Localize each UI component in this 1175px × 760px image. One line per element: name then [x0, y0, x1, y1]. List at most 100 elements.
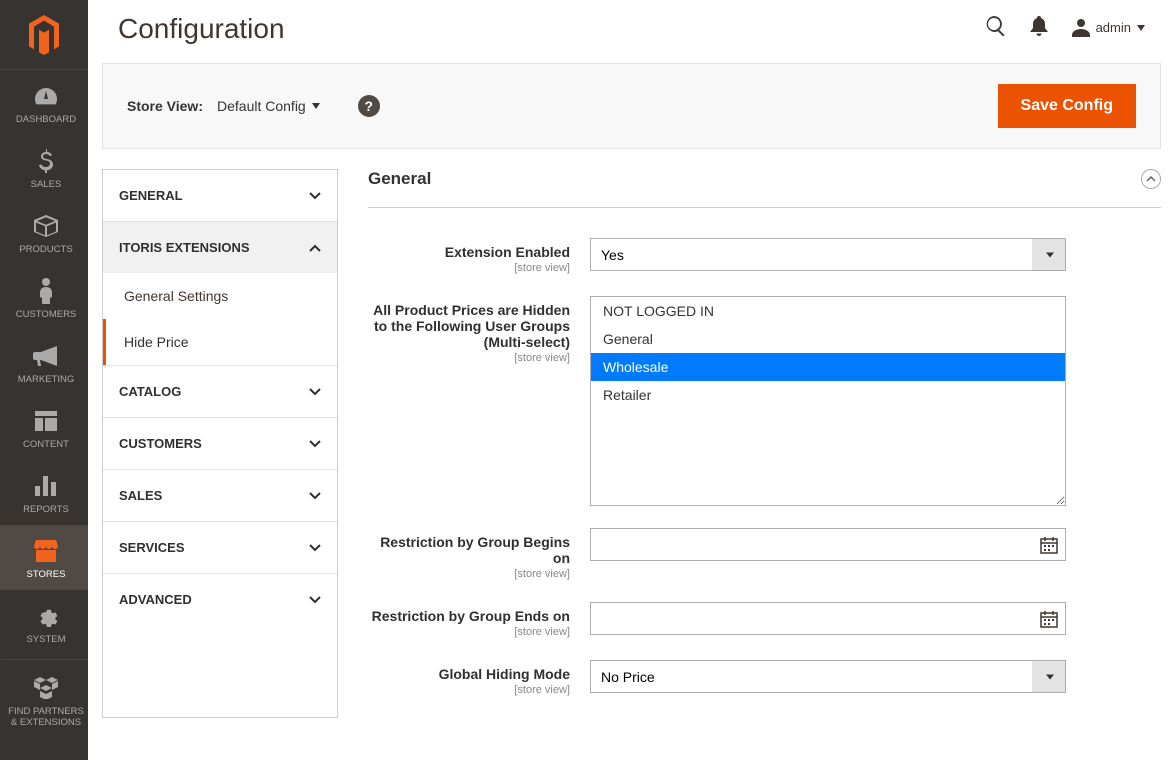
config-section-head-customers[interactable]: CUSTOMERS — [103, 418, 337, 469]
config-section-head-itoris[interactable]: ITORIS EXTENSIONS — [103, 222, 337, 273]
config-section-head-catalog[interactable]: CATALOG — [103, 366, 337, 417]
fieldset-title: General — [368, 169, 431, 189]
magento-logo-icon — [27, 15, 61, 55]
dashboard-icon — [8, 82, 84, 110]
nav-label: SALES — [31, 179, 62, 190]
hidden-groups-multiselect[interactable]: NOT LOGGED IN General Wholesale Retailer — [590, 296, 1066, 506]
help-button[interactable]: ? — [358, 95, 380, 117]
chevron-down-icon — [309, 190, 321, 202]
admin-sidebar: DASHBOARD SALES PRODUCTS CUSTOMERS MARKE — [0, 0, 88, 760]
calendar-button-ends[interactable] — [1040, 610, 1058, 628]
store-view-value: Default Config — [217, 98, 306, 114]
nav-label: REPORTS — [23, 504, 69, 515]
field-begins-on: Restriction by Group Begins on [store vi… — [368, 528, 1161, 580]
multiselect-option-general[interactable]: General — [591, 325, 1065, 353]
calendar-icon — [1040, 536, 1058, 554]
nav-stores[interactable]: STORES — [0, 525, 88, 590]
hiding-mode-select[interactable]: No Price — [590, 660, 1066, 693]
form-area: General Extension Enabled [store view] — [368, 169, 1161, 718]
fieldset-head[interactable]: General — [368, 169, 1161, 208]
collapse-button[interactable] — [1141, 169, 1161, 189]
store-view-switcher[interactable]: Default Config — [217, 98, 320, 114]
nav-system[interactable]: SYSTEM — [0, 590, 88, 655]
nav-label: DASHBOARD — [16, 114, 76, 125]
begins-on-input[interactable] — [590, 528, 1066, 561]
config-section-head-services[interactable]: SERVICES — [103, 522, 337, 573]
nav-marketing[interactable]: MARKETING — [0, 330, 88, 395]
config-section-head-advanced[interactable]: ADVANCED — [103, 574, 337, 625]
nav-sales[interactable]: SALES — [0, 135, 88, 200]
chevron-down-icon — [309, 490, 321, 502]
field-hidden-groups: All Product Prices are Hidden to the Fol… — [368, 296, 1161, 506]
calendar-button-begins[interactable] — [1040, 536, 1058, 554]
field-ends-on: Restriction by Group Ends on [store view… — [368, 602, 1161, 638]
config-nav: GENERAL ITORIS EXTENSIONS General Settin… — [102, 169, 338, 718]
ends-on-input[interactable] — [590, 602, 1066, 635]
nav-content[interactable]: CONTENT — [0, 395, 88, 460]
field-scope: [store view] — [368, 262, 570, 274]
field-hiding-mode: Global Hiding Mode [store view] No Price — [368, 660, 1161, 696]
nav-label: PRODUCTS — [19, 244, 72, 255]
config-subitem-hide-price[interactable]: Hide Price — [103, 319, 337, 365]
nav-label: FIND PARTNERS & EXTENSIONS — [8, 706, 84, 728]
config-section-label: GENERAL — [119, 188, 183, 203]
nav-label: SYSTEM — [26, 634, 65, 645]
chevron-down-icon — [1137, 25, 1145, 31]
nav-products[interactable]: PRODUCTS — [0, 200, 88, 265]
config-section-label: ADVANCED — [119, 592, 192, 607]
main-content: admin Configuration Store View: Default … — [88, 0, 1175, 760]
nav-dashboard[interactable]: DASHBOARD — [0, 70, 88, 135]
nav-label: STORES — [27, 569, 66, 580]
field-scope: [store view] — [368, 684, 570, 696]
store-icon — [8, 537, 84, 565]
multiselect-option-not-logged-in[interactable]: NOT LOGGED IN — [591, 297, 1065, 325]
extension-enabled-select[interactable]: Yes — [590, 238, 1066, 271]
field-extension-enabled: Extension Enabled [store view] Yes — [368, 238, 1161, 274]
nav-partners[interactable]: FIND PARTNERS & EXTENSIONS — [0, 659, 88, 738]
user-icon — [1072, 19, 1090, 37]
multiselect-option-wholesale[interactable]: Wholesale — [591, 353, 1065, 381]
box-icon — [8, 212, 84, 240]
config-section-label: SALES — [119, 488, 162, 503]
multiselect-option-retailer[interactable]: Retailer — [591, 381, 1065, 409]
search-icon — [986, 16, 1006, 36]
gear-icon — [8, 602, 84, 630]
field-label: Extension Enabled — [445, 244, 570, 260]
chevron-up-icon — [309, 242, 321, 254]
search-button[interactable] — [986, 16, 1006, 39]
config-section-label: ITORIS EXTENSIONS — [119, 240, 250, 255]
nav-customers[interactable]: CUSTOMERS — [0, 265, 88, 330]
config-subitem-general-settings[interactable]: General Settings — [103, 273, 337, 319]
admin-username: admin — [1096, 20, 1131, 35]
chevron-down-icon — [309, 438, 321, 450]
question-icon: ? — [364, 98, 373, 114]
config-section-services: SERVICES — [103, 522, 337, 574]
chevron-down-icon — [309, 594, 321, 606]
bell-icon — [1030, 16, 1048, 36]
field-label: All Product Prices are Hidden to the Fol… — [373, 302, 570, 350]
config-section-head-general[interactable]: GENERAL — [103, 170, 337, 221]
config-subitem-label: Hide Price — [124, 334, 189, 350]
magento-logo[interactable] — [0, 0, 88, 70]
config-section-itoris: ITORIS EXTENSIONS General Settings Hide … — [103, 222, 337, 366]
field-scope: [store view] — [368, 626, 570, 638]
config-section-label: SERVICES — [119, 540, 185, 555]
config-section-head-sales[interactable]: SALES — [103, 470, 337, 521]
config-section-customers: CUSTOMERS — [103, 418, 337, 470]
store-view-label: Store View: — [127, 98, 203, 114]
layout-icon — [8, 407, 84, 435]
admin-user-menu[interactable]: admin — [1072, 19, 1145, 37]
nav-reports[interactable]: REPORTS — [0, 460, 88, 525]
field-scope: [store view] — [368, 568, 570, 580]
config-section-catalog: CATALOG — [103, 366, 337, 418]
field-label: Restriction by Group Begins on — [380, 534, 570, 566]
config-section-label: CUSTOMERS — [119, 436, 202, 451]
bars-icon — [8, 472, 84, 500]
nav-label: CUSTOMERS — [16, 309, 77, 320]
blocks-icon — [8, 674, 84, 702]
save-config-button[interactable]: Save Config — [998, 84, 1136, 128]
notifications-button[interactable] — [1030, 16, 1048, 39]
calendar-icon — [1040, 610, 1058, 628]
megaphone-icon — [8, 342, 84, 370]
person-icon — [8, 277, 84, 305]
